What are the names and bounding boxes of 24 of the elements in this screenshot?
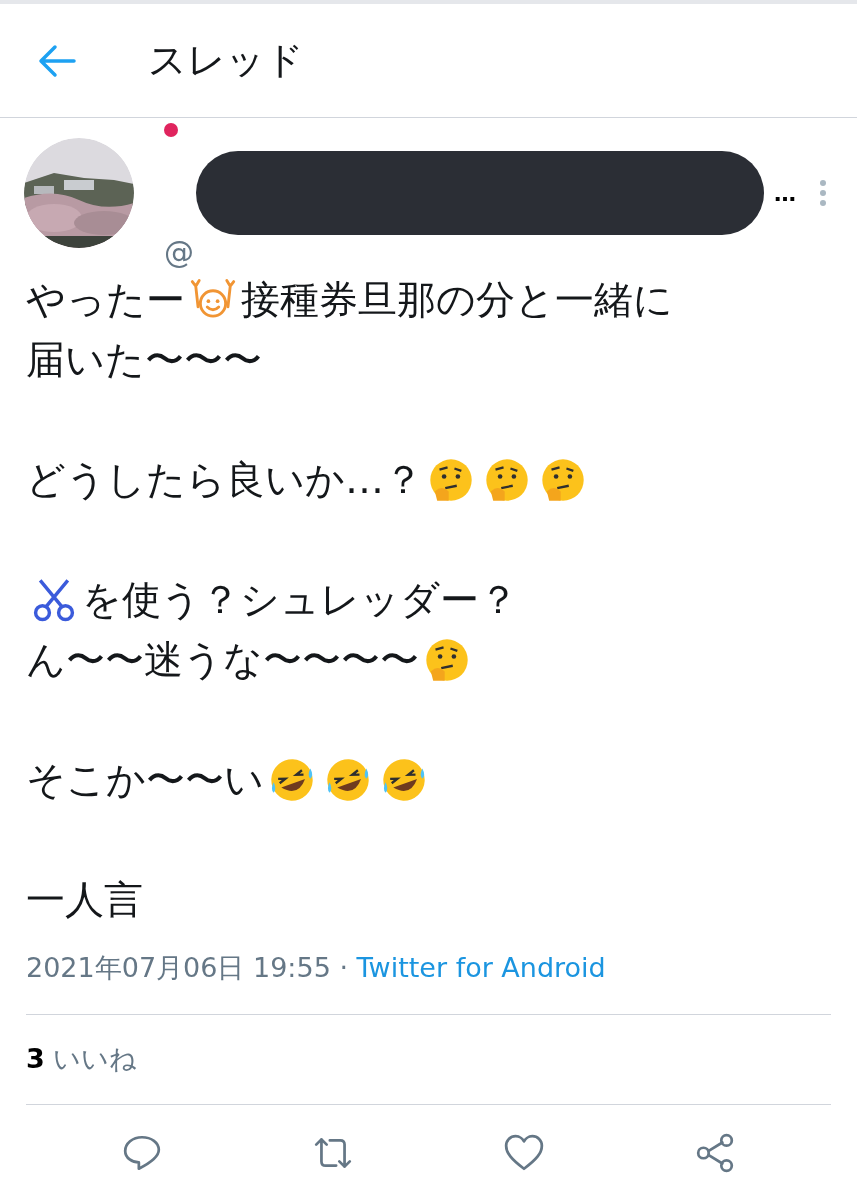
thinking-face-icon [428,457,474,503]
laughing-face-icon [269,757,315,803]
post-text: 届いた〜〜〜 [26,336,262,384]
thinking-face-icon [424,637,470,683]
post-text: やったー [26,276,185,324]
like-label: いいね [52,1042,137,1077]
post-text: ん〜〜迷うな〜〜〜〜 [26,636,419,684]
timestamp: 2021年07月06日 19:55 · [26,951,349,985]
page-title: スレッド [148,37,304,84]
handle-text: @ [164,234,194,272]
laughing-face-icon [325,757,371,803]
like-count: 3 [26,1042,45,1077]
laughing-face-icon [381,757,427,803]
source-link[interactable]: Twitter for Android [356,948,606,988]
post-text: どうしたら良いか…？ [26,456,423,504]
scissors-icon [31,577,77,623]
name-ellipsis: … [774,179,796,208]
post-text: を使う？シュレッダー？ [82,576,518,624]
post-text: 一人言 [26,876,143,924]
post-text: 接種券旦那の分と一緒に [241,276,673,324]
thinking-face-icon [484,457,530,503]
back-arrow-icon[interactable] [38,43,76,78]
thinking-face-icon [540,457,586,503]
post-text: そこか〜〜い [26,756,264,804]
